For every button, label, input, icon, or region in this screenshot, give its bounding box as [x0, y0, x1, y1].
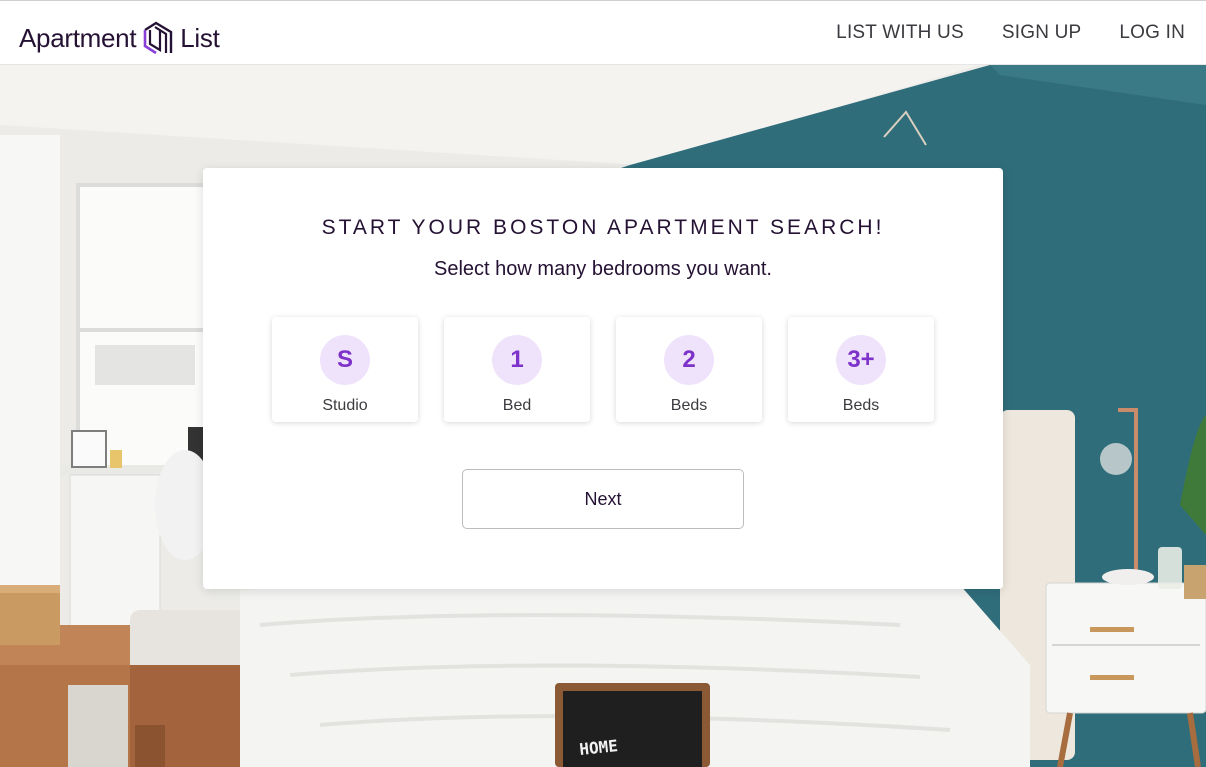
option-1-bed-label: Bed	[502, 397, 532, 414]
option-studio-badge: S	[320, 335, 370, 385]
top-nav: LIST WITH US SIGN UP LOG IN	[819, 1, 1206, 64]
card-subtitle: Select how many bedrooms you want.	[434, 258, 772, 280]
next-button[interactable]: Next	[462, 469, 744, 529]
logo-word-apartment: Apartment	[19, 22, 137, 53]
top-header: Apartment List LIST WITH US SIGN UP LOG …	[0, 0, 1206, 65]
option-2-beds[interactable]: 2 Beds	[616, 317, 762, 422]
bedroom-options: S Studio 1 Bed 2 Beds 3+ Beds	[272, 317, 936, 422]
apartment-list-logo[interactable]: Apartment List	[19, 18, 220, 58]
logo-word-list: List	[180, 22, 220, 53]
option-1-bed[interactable]: 1 Bed	[444, 317, 590, 422]
option-2-beds-label: Beds	[670, 397, 708, 414]
option-3plus-beds[interactable]: 3+ Beds	[788, 317, 934, 422]
nav-log-in[interactable]: LOG IN	[1119, 22, 1185, 44]
option-1-bed-badge: 1	[492, 335, 542, 385]
option-studio-label: Studio	[322, 397, 368, 414]
logo-mark-icon	[143, 21, 173, 55]
nav-sign-up[interactable]: SIGN UP	[1002, 22, 1082, 44]
bedroom-selection-card: START YOUR BOSTON APARTMENT SEARCH! Sele…	[203, 168, 1003, 589]
card-title: START YOUR BOSTON APARTMENT SEARCH!	[321, 216, 885, 239]
option-3plus-beds-badge: 3+	[836, 335, 886, 385]
option-3plus-beds-label: Beds	[842, 397, 880, 414]
nav-list-with-us[interactable]: LIST WITH US	[836, 22, 964, 44]
letterboard-text: HOME	[578, 736, 618, 759]
option-studio[interactable]: S Studio	[272, 317, 418, 422]
option-2-beds-badge: 2	[664, 335, 714, 385]
